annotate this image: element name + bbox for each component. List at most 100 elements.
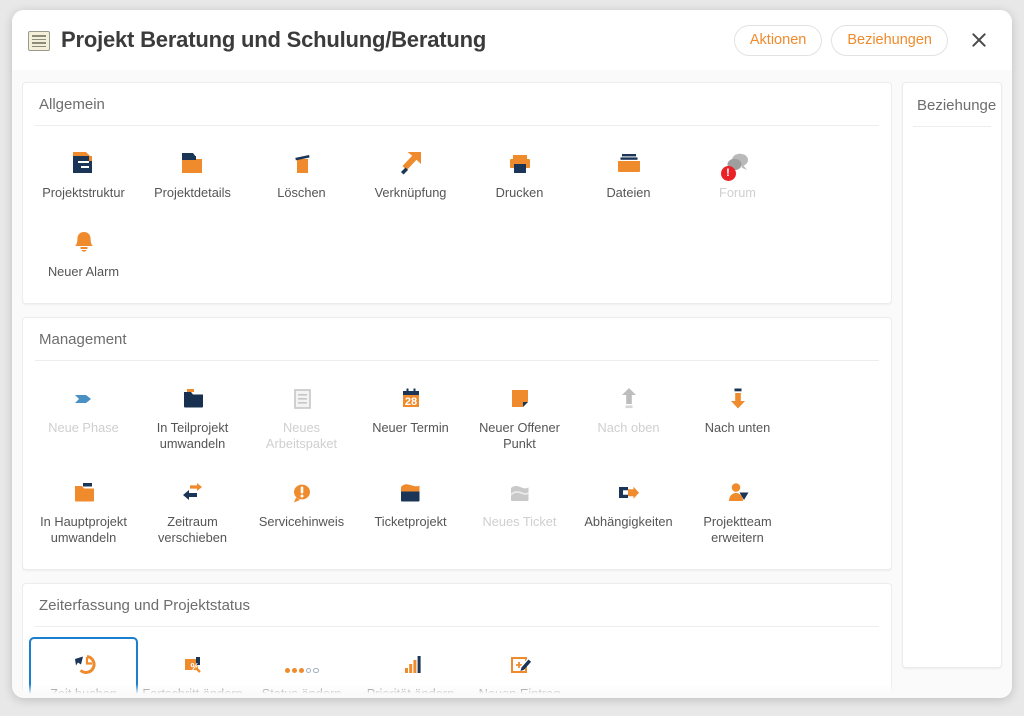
action-neue-phase[interactable]: Neue Phase [29, 371, 138, 461]
actions-scroll-area[interactable]: Allgemein Projektstruktur Projektdetails… [22, 82, 892, 698]
action-projektstruktur[interactable]: Projektstruktur [29, 136, 138, 211]
arrow-down-icon [723, 383, 753, 413]
window-titlebar: Projekt Beratung und Schulung/Beratung A… [12, 10, 1012, 70]
action-label: Neuer Alarm [47, 263, 120, 279]
section-allgemein: Allgemein Projektstruktur Projektdetails… [22, 82, 892, 304]
action-label: Neues Arbeitspaket [265, 420, 338, 451]
aktionen-button[interactable]: Aktionen [733, 24, 823, 56]
action-label: Projektdetails [154, 185, 231, 200]
dialog-window: Projekt Beratung und Schulung/Beratung A… [12, 10, 1012, 698]
bell-icon [69, 227, 99, 257]
page-title: Projekt Beratung und Schulung/Beratung [61, 27, 487, 52]
new-ticket-gray-icon [505, 477, 535, 507]
action-label: Neues Ticket [482, 514, 557, 529]
action-label: In Teilprojekt umwandeln [156, 420, 229, 451]
action-forum[interactable]: ! Forum [683, 136, 792, 211]
action-label: Ticketprojekt [374, 514, 447, 529]
action-label: Drucken [495, 185, 544, 200]
priority-bars-icon [396, 649, 426, 679]
status-badge: ! [720, 166, 736, 181]
files-folder-icon [614, 148, 644, 178]
action-label: Neuen Eintrag erstellen [478, 686, 561, 698]
action-ticketprojekt[interactable]: Ticketprojekt [356, 465, 465, 555]
action-zeitraum-verschieben[interactable]: Zeitraum verschieben [138, 465, 247, 555]
action-neuer-offener-punkt[interactable]: Neuer Offener Punkt [465, 371, 574, 461]
action-label: Zeitraum verschieben [157, 514, 227, 545]
action-neues-ticket[interactable]: Neues Ticket [465, 465, 574, 555]
action-label: Neue Phase [48, 420, 119, 435]
action-label: Forum [719, 185, 756, 200]
folder-tag-icon [178, 148, 208, 178]
beziehungen-panel: Beziehunge [902, 82, 1002, 668]
status-dots-icon [284, 649, 319, 679]
action-label: Neuer Offener Punkt [479, 420, 560, 451]
action-fortschritt-aendern[interactable]: % Fortschritt ändern [138, 637, 247, 698]
calendar-icon: 28 [396, 383, 426, 413]
add-team-member-icon [723, 477, 753, 507]
action-status-aendern[interactable]: Status ändern [247, 637, 356, 698]
action-label: Zeit buchen [50, 686, 117, 698]
action-neuen-eintrag-erstellen[interactable]: Neuen Eintrag erstellen [465, 637, 574, 698]
section-title: Allgemein [39, 96, 105, 113]
action-verknuepfung[interactable]: Verknüpfung [356, 136, 465, 211]
mainproject-folder-icon [69, 477, 99, 507]
dialog-body: Allgemein Projektstruktur Projektdetails… [12, 70, 1012, 698]
action-label: Löschen [277, 185, 326, 200]
action-neuer-termin[interactable]: 28 Neuer Termin [356, 371, 465, 461]
actions-scroll-column: Allgemein Projektstruktur Projektdetails… [22, 82, 894, 698]
action-servicehinweis[interactable]: Servicehinweis [247, 465, 356, 555]
action-nach-unten[interactable]: Nach unten [683, 371, 792, 461]
action-zeit-buchen[interactable]: Zeit buchen [29, 637, 138, 698]
close-icon[interactable] [966, 27, 992, 53]
action-neuer-alarm[interactable]: Neuer Alarm [29, 215, 138, 290]
svg-text:28: 28 [404, 396, 416, 408]
arrow-up-icon [614, 383, 644, 413]
action-label: Abhängigkeiten [584, 514, 673, 529]
printer-icon [505, 148, 535, 178]
action-prioritaet-aendern[interactable]: Priorität ändern [356, 637, 465, 698]
subproject-folder-icon [178, 383, 208, 413]
section-title: Zeiterfassung und Projektstatus [39, 597, 250, 614]
action-projektteam-erweitern[interactable]: Projektteam erweitern [683, 465, 792, 555]
action-label: Projektteam erweitern [703, 514, 772, 545]
action-label: Priorität ändern [366, 686, 455, 698]
divider [913, 126, 991, 127]
section-zeiterfassung: Zeiterfassung und Projektstatus Zeit buc… [22, 583, 892, 698]
document-lines-icon [28, 31, 50, 51]
action-nach-oben[interactable]: Nach oben [574, 371, 683, 461]
service-alert-icon [287, 477, 317, 507]
action-label: Servicehinweis [258, 514, 345, 529]
note-corner-icon [505, 383, 535, 413]
action-label: Dateien [606, 185, 651, 200]
action-in-hauptprojekt-umwandeln[interactable]: In Hauptprojekt umwandeln [29, 465, 138, 555]
action-neues-arbeitspaket[interactable]: Neues Arbeitspaket [247, 371, 356, 461]
action-label: Verknüpfung [374, 185, 447, 200]
beziehungen-button[interactable]: Beziehungen [831, 24, 948, 56]
document-lines-gray-icon [287, 383, 317, 413]
action-dateien[interactable]: Dateien [574, 136, 683, 211]
action-label: Neuer Termin [372, 420, 449, 435]
trash-icon [287, 148, 317, 178]
action-label: Status ändern [261, 686, 342, 698]
action-abhaengigkeiten[interactable]: Abhängigkeiten [574, 465, 683, 555]
ticket-project-icon [396, 477, 426, 507]
new-entry-pencil-icon [505, 649, 535, 679]
project-structure-icon [69, 148, 99, 178]
action-loeschen[interactable]: Löschen [247, 136, 356, 211]
progress-percent-icon: % [178, 649, 208, 679]
action-label: Nach oben [597, 420, 660, 435]
action-drucken[interactable]: Drucken [465, 136, 574, 211]
time-booking-icon [69, 649, 99, 679]
action-label: In Hauptprojekt umwandeln [40, 514, 127, 545]
action-label: Fortschritt ändern [142, 686, 243, 698]
action-projektdetails[interactable]: Projektdetails [138, 136, 247, 211]
action-in-teilprojekt-umwandeln[interactable]: In Teilprojekt umwandeln [138, 371, 247, 461]
dependency-icon [614, 477, 644, 507]
forum-bubbles-icon: ! [720, 148, 753, 181]
section-title: Management [39, 331, 127, 348]
shift-arrows-icon [178, 477, 208, 507]
action-label: Projektstruktur [42, 185, 125, 200]
link-arrow-icon [396, 148, 426, 178]
action-label: Nach unten [704, 420, 771, 435]
section-management: Management Neue Phase In Teilprojekt umw… [22, 317, 892, 570]
